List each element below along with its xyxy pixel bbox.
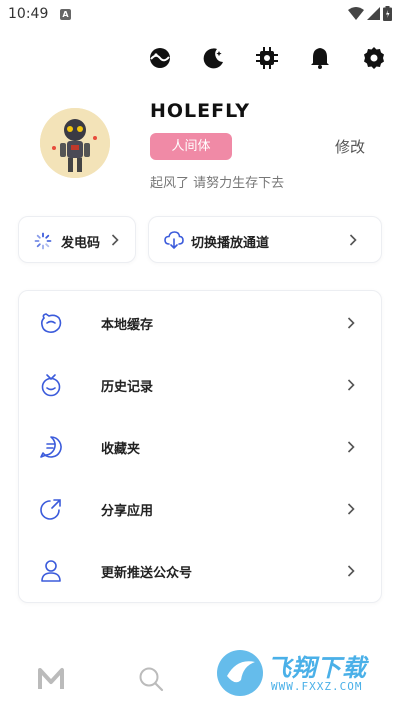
settings-chip-icon[interactable] [255, 46, 279, 70]
menu-item-share-app[interactable]: 分享应用 [19, 483, 381, 535]
tv-history-icon [41, 374, 61, 397]
loading-spinner-icon [34, 232, 52, 250]
menu-item-label: 更新推送公众号 [101, 566, 193, 581]
watermark-url: WWW.FXXZ.COM [271, 680, 363, 693]
robot-avatar-image [40, 108, 110, 178]
storage-icon [40, 313, 62, 333]
menu-list: 本地缓存 历史记录 收藏夹 分享应用 更新推送公众号 [18, 290, 382, 603]
signal-icon [367, 6, 380, 20]
user-badge: 人间体 [150, 133, 232, 160]
menu-item-history[interactable]: 历史记录 [19, 359, 381, 411]
status-icons [348, 6, 392, 21]
battery-icon [383, 6, 392, 21]
menu-item-favorites[interactable]: 收藏夹 [19, 421, 381, 473]
user-signature: 起风了 请努力生存下去 [150, 176, 285, 191]
chevron-right-icon [347, 317, 355, 329]
watermark-logo-icon [217, 650, 263, 696]
menu-item-label: 本地缓存 [101, 318, 154, 333]
username: HOLEFLY [150, 100, 251, 122]
top-toolbar [148, 46, 388, 72]
chevron-right-icon [347, 565, 355, 577]
switch-channel-label: 切换播放通道 [191, 236, 270, 251]
home-m-icon[interactable] [37, 665, 65, 693]
chevron-right-icon [349, 233, 357, 246]
edit-profile-link[interactable]: 修改 [335, 136, 365, 157]
status-time: 10:49 [8, 6, 49, 22]
generate-code-label: 发电码 [61, 236, 101, 251]
avatar[interactable] [40, 108, 110, 178]
favorites-icon [40, 436, 62, 458]
switch-channel-button[interactable]: 切换播放通道 [148, 216, 382, 263]
menu-item-label: 分享应用 [101, 504, 154, 519]
menu-item-local-cache[interactable]: 本地缓存 [19, 297, 381, 349]
settings-gear-icon[interactable] [362, 46, 386, 70]
search-icon[interactable] [137, 665, 165, 693]
menu-item-wechat-official[interactable]: 更新推送公众号 [19, 545, 381, 597]
theme-icon[interactable] [148, 46, 172, 70]
status-bar: 10:49 A [0, 0, 400, 30]
notification-icon: A [60, 9, 71, 20]
night-mode-icon[interactable] [202, 46, 226, 70]
chevron-right-icon [347, 441, 355, 453]
user-icon [41, 560, 61, 582]
chevron-right-icon [347, 503, 355, 515]
menu-item-label: 收藏夹 [101, 442, 141, 457]
cloud-download-icon [164, 231, 184, 249]
menu-item-label: 历史记录 [101, 380, 154, 395]
share-icon [40, 499, 61, 520]
chevron-right-icon [347, 379, 355, 391]
watermark-text: 飞翔下载 [267, 654, 367, 682]
generate-code-button[interactable]: 发电码 [18, 216, 136, 263]
chevron-right-icon [111, 233, 119, 246]
wifi-icon [348, 6, 364, 20]
bell-icon[interactable] [308, 46, 332, 70]
watermark: 飞翔下载 WWW.FXXZ.COM [215, 646, 385, 700]
